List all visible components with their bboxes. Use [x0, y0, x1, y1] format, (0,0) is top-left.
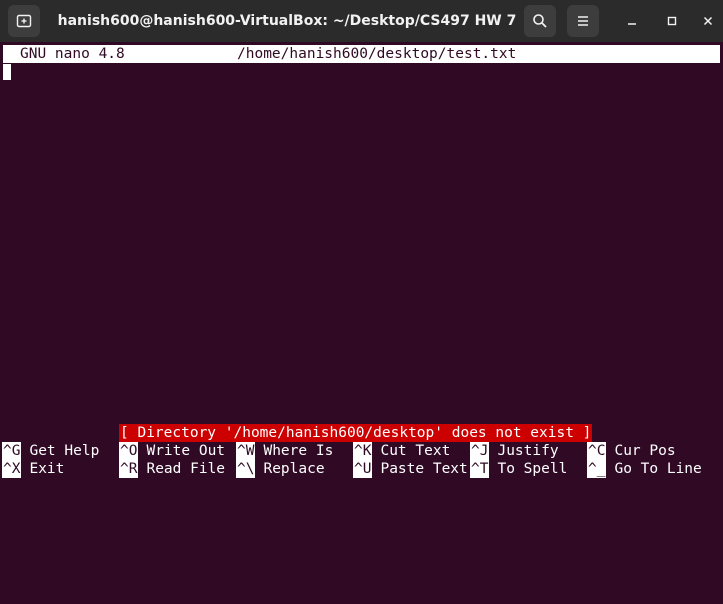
title-bar[interactable]: hanish600@hanish600-VirtualBox: ~/Deskto…: [0, 0, 723, 42]
shortcut-cur-pos: ^C Cur Pos: [587, 442, 676, 460]
shortcut-row: ^G Get Help ^O Write Out ^W Where Is ^K Cut …: [0, 442, 723, 460]
shortcut-label: Justify: [497, 443, 559, 459]
shortcut-key: ^W: [236, 442, 256, 460]
shortcut-exit: ^X Exit: [2, 460, 64, 478]
new-tab-button[interactable]: [8, 5, 40, 37]
shortcut-justify: ^J Justify: [470, 442, 559, 460]
shortcut-label: Exit: [29, 461, 65, 477]
text-cursor: [3, 64, 11, 80]
new-tab-icon: [16, 14, 32, 28]
shortcut-key: ^K: [353, 442, 373, 460]
shortcut-row: ^X Exit ^R Read File ^\ Replace ^U Paste Tex…: [0, 460, 723, 478]
close-icon: [703, 16, 713, 26]
shortcut-cut-text: ^K Cut Text: [353, 442, 450, 460]
shortcut-label: Write Out: [146, 443, 226, 459]
shortcut-write-out: ^O Write Out: [119, 442, 225, 460]
shortcut-key: ^O: [119, 442, 139, 460]
shortcut-label: Paste Text: [380, 461, 468, 477]
shortcut-label: To Spell: [497, 461, 568, 477]
shortcut-label: Go To Line: [614, 461, 702, 477]
minimize-icon: [628, 23, 636, 25]
status-message: [ Directory '/home/hanish600/desktop' do…: [119, 424, 593, 442]
maximize-button[interactable]: [659, 8, 685, 34]
shortcut-key: ^J: [470, 442, 490, 460]
shortcut-replace: ^\ Replace: [236, 460, 325, 478]
shortcut-key: ^T: [470, 460, 490, 478]
nano-version: GNU nano 4.8: [20, 46, 125, 62]
shortcut-label: Read File: [146, 461, 226, 477]
shortcut-paste-text: ^U Paste Text: [353, 460, 468, 478]
maximize-icon: [667, 16, 677, 26]
terminal-area[interactable]: GNU nano 4.8 /home/hanish600/desktop/tes…: [0, 42, 723, 482]
nano-filename: /home/hanish600/desktop/test.txt: [237, 46, 517, 62]
window-title: hanish600@hanish600-VirtualBox: ~/Deskto…: [57, 13, 517, 29]
shortcut-go-to-line: ^_ Go To Line: [587, 460, 702, 478]
shortcut-key: ^\: [236, 460, 256, 478]
minimize-button[interactable]: [619, 8, 645, 34]
shortcut-label: Get Help: [29, 443, 100, 459]
shortcut-key: ^G: [2, 442, 22, 460]
shortcut-get-help: ^G Get Help: [2, 442, 99, 460]
shortcut-key: ^X: [2, 460, 22, 478]
menu-button[interactable]: [567, 5, 599, 37]
close-button[interactable]: [695, 8, 721, 34]
shortcut-label: Replace: [263, 461, 325, 477]
shortcut-to-spell: ^T To Spell: [470, 460, 567, 478]
search-button[interactable]: [524, 5, 556, 37]
nano-header-bar: GNU nano 4.8 /home/hanish600/desktop/tes…: [3, 45, 720, 63]
terminal-window: hanish600@hanish600-VirtualBox: ~/Deskto…: [0, 0, 723, 482]
shortcut-key: ^_: [587, 460, 607, 478]
shortcut-key: ^C: [587, 442, 607, 460]
shortcut-key: ^R: [119, 460, 139, 478]
search-icon: [533, 14, 547, 28]
shortcut-label: Cur Pos: [614, 443, 676, 459]
shortcut-label: Where Is: [263, 443, 334, 459]
shortcut-read-file: ^R Read File: [119, 460, 225, 478]
shortcut-label: Cut Text: [380, 443, 451, 459]
shortcut-where-is: ^W Where Is: [236, 442, 333, 460]
shortcut-key: ^U: [353, 460, 373, 478]
hamburger-menu-icon: [578, 16, 588, 26]
